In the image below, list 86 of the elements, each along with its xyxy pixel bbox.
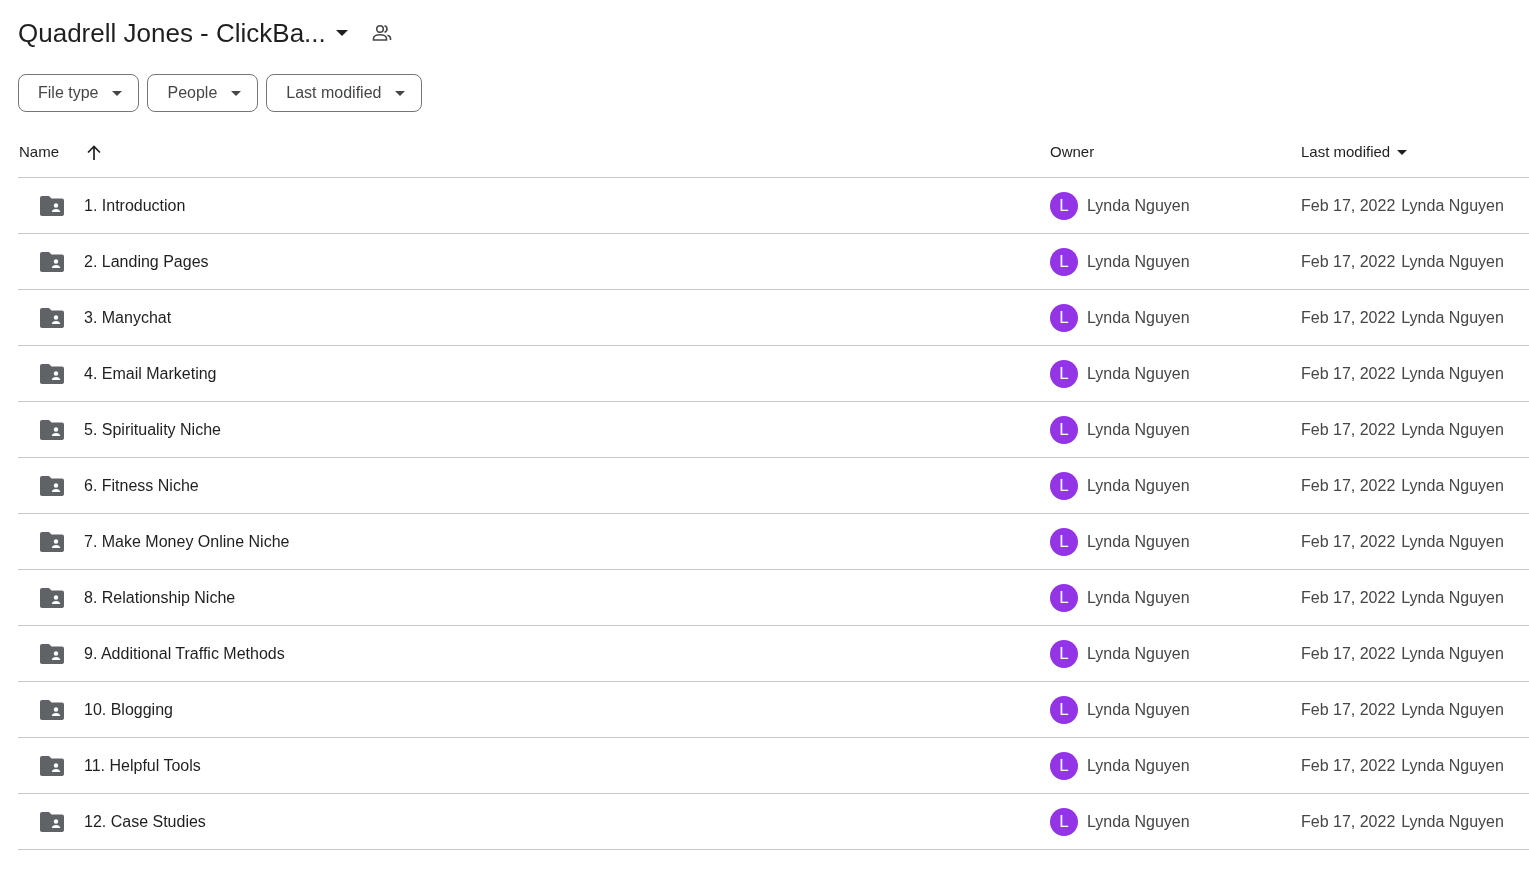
folder-name[interactable]: 7. Make Money Online Niche [84,529,290,554]
shared-folder-icon [40,755,64,776]
caret-icon [335,30,348,36]
owner-name: Lynda Nguyen [1087,699,1190,720]
modified-by: Lynda Nguyen [1401,643,1504,664]
owner-avatar: L [1050,807,1078,836]
modified-by: Lynda Nguyen [1401,419,1504,440]
modified-date: Feb 17, 2022 [1301,811,1396,832]
people-icon[interactable] [371,24,392,42]
owner-avatar: L [1050,247,1078,276]
shared-folder-icon [40,195,64,216]
owner-avatar: L [1050,751,1078,780]
shared-folder-icon [40,531,64,552]
modified-by: Lynda Nguyen [1401,307,1504,328]
owner-name: Lynda Nguyen [1087,755,1190,776]
owner-name: Lynda Nguyen [1087,419,1190,440]
modified-date: Feb 17, 2022 [1301,699,1396,720]
owner-avatar: L [1050,639,1078,668]
caret-icon [395,90,406,96]
caret-icon [231,90,242,96]
folder-name[interactable]: 9. Additional Traffic Methods [84,641,285,666]
owner-avatar: L [1050,695,1078,724]
modified-by: Lynda Nguyen [1401,699,1504,720]
owner-avatar: L [1050,303,1078,332]
shared-folder-icon [40,363,64,384]
owner-name: Lynda Nguyen [1087,251,1190,272]
column-header[interactable]: Owner [1050,141,1095,164]
owner-name: Lynda Nguyen [1087,811,1190,832]
folder-name[interactable]: 1. Introduction [84,193,186,218]
owner-avatar: L [1050,415,1078,444]
caret-icon[interactable] [1397,150,1408,155]
owner-avatar: L [1050,527,1078,556]
modified-by: Lynda Nguyen [1401,531,1504,552]
shared-folder-icon [40,643,64,664]
shared-folder-icon [40,587,64,608]
folder-name[interactable]: 12. Case Studies [84,809,206,834]
filter-dropdown[interactable]: Last modified [266,74,423,112]
folder-name[interactable]: 10. Blogging [84,697,173,722]
modified-date: Feb 17, 2022 [1301,643,1396,664]
modified-by: Lynda Nguyen [1401,811,1504,832]
modified-by: Lynda Nguyen [1401,587,1504,608]
owner-name: Lynda Nguyen [1087,307,1190,328]
owner-name: Lynda Nguyen [1087,475,1190,496]
column-header[interactable]: Name [19,141,59,164]
folder-name[interactable]: 5. Spirituality Niche [84,417,221,442]
modified-date: Feb 17, 2022 [1301,531,1396,552]
modified-by: Lynda Nguyen [1401,195,1504,216]
modified-by: Lynda Nguyen [1401,251,1504,272]
folder-name[interactable]: 8. Relationship Niche [84,585,236,610]
shared-folder-icon [40,475,64,496]
caret-icon [112,90,123,96]
owner-avatar: L [1050,471,1078,500]
modified-by: Lynda Nguyen [1401,363,1504,384]
sort-arrow-up-icon[interactable] [87,145,101,160]
folder-name[interactable]: 4. Email Marketing [84,361,217,386]
owner-avatar: L [1050,359,1078,388]
modified-date: Feb 17, 2022 [1301,363,1396,384]
owner-name: Lynda Nguyen [1087,195,1190,216]
modified-date: Feb 17, 2022 [1301,755,1396,776]
filter-dropdown[interactable]: People [147,74,259,112]
filter-dropdown[interactable]: File type [18,74,140,112]
modified-date: Feb 17, 2022 [1301,307,1396,328]
owner-name: Lynda Nguyen [1087,587,1190,608]
owner-avatar: L [1050,583,1078,612]
modified-by: Lynda Nguyen [1401,755,1504,776]
shared-folder-icon [40,699,64,720]
owner-name: Lynda Nguyen [1087,363,1190,384]
shared-folder-icon [40,811,64,832]
shared-folder-icon [40,251,64,272]
folder-name[interactable]: 2. Landing Pages [84,249,209,274]
modified-date: Feb 17, 2022 [1301,251,1396,272]
owner-name: Lynda Nguyen [1087,643,1190,664]
shared-folder-icon [40,419,64,440]
modified-by: Lynda Nguyen [1401,475,1504,496]
folder-title-dropdown[interactable]: Quadrell Jones - ClickBa... [18,14,348,52]
folder-name[interactable]: 6. Fitness Niche [84,473,199,498]
modified-date: Feb 17, 2022 [1301,587,1396,608]
owner-avatar: L [1050,191,1078,220]
owner-name: Lynda Nguyen [1087,531,1190,552]
column-header[interactable]: Last modified [1301,141,1391,164]
modified-date: Feb 17, 2022 [1301,419,1396,440]
modified-date: Feb 17, 2022 [1301,195,1396,216]
modified-date: Feb 17, 2022 [1301,475,1396,496]
folder-name[interactable]: 3. Manychat [84,305,172,330]
shared-folder-icon [40,307,64,328]
folder-name[interactable]: 11. Helpful Tools [84,753,201,778]
